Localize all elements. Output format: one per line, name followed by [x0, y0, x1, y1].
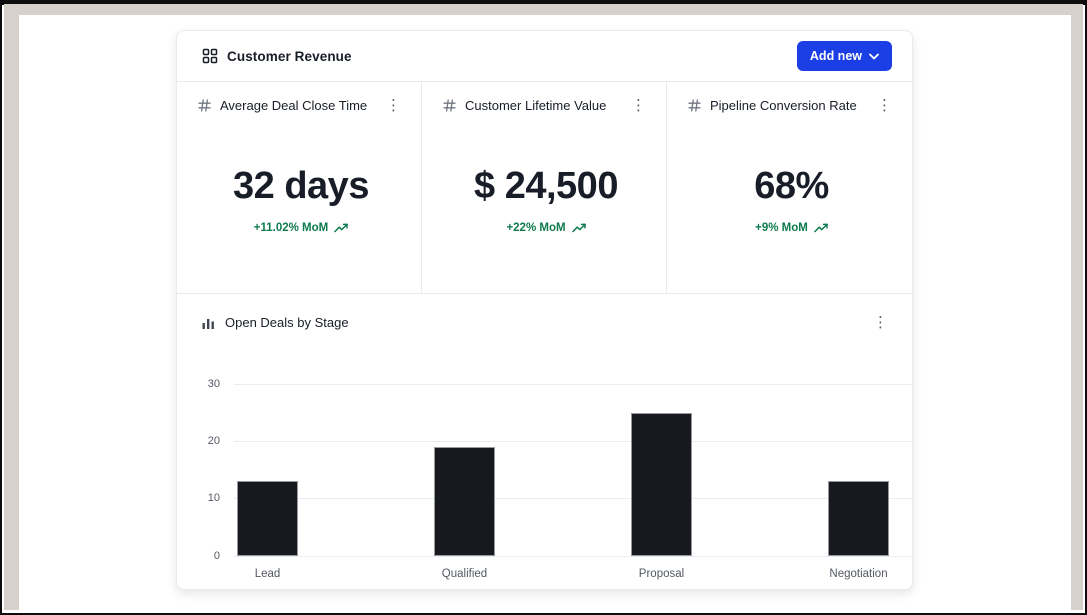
- trending-up-icon: [814, 223, 828, 233]
- frame-band-right: [1071, 4, 1083, 610]
- dashboard-header: Customer Revenue Add new: [177, 31, 912, 82]
- bar-proposal[interactable]: [631, 413, 692, 556]
- kpi-delta-text: +9% MoM: [755, 222, 808, 234]
- x-axis-label-proposal: Proposal: [602, 568, 722, 580]
- kebab-menu-button[interactable]: ⋮: [627, 96, 650, 115]
- kpi-delta: +11.02% MoM: [197, 222, 405, 234]
- kpi-title: Average Deal Close Time: [220, 98, 367, 113]
- gridline-y-0: [234, 556, 912, 557]
- trending-up-icon: [572, 223, 586, 233]
- kpi-row: Average Deal Close Time ⋮ 32 days +11.02…: [177, 82, 912, 294]
- chart-header: Open Deals by Stage ⋮: [177, 294, 912, 332]
- y-axis-tick-0: 0: [177, 550, 220, 562]
- trending-up-icon: [334, 223, 348, 233]
- frame-band-left: [4, 4, 19, 610]
- dashboard-card: Customer Revenue Add new Average Deal Cl…: [176, 30, 913, 590]
- kpi-value: 68%: [687, 167, 896, 205]
- frame-band-top: [4, 4, 1083, 15]
- add-new-label: Add new: [810, 49, 862, 63]
- kpi-value: $ 24,500: [442, 167, 650, 205]
- chart-title: Open Deals by Stage: [225, 315, 349, 330]
- hash-icon: [197, 98, 212, 113]
- y-axis-tick-10: 10: [177, 492, 220, 504]
- bar-qualified[interactable]: [434, 447, 495, 556]
- bar-chart-plot: 0102030LeadQualifiedProposalNegotiation: [177, 384, 912, 556]
- kpi-delta-text: +22% MoM: [506, 222, 565, 234]
- kebab-menu-button[interactable]: ⋮: [382, 96, 405, 115]
- add-new-button[interactable]: Add new: [797, 41, 892, 71]
- kpi-value: 32 days: [197, 167, 405, 205]
- kpi-delta: +9% MoM: [687, 222, 896, 234]
- bar-negotiation[interactable]: [828, 481, 889, 556]
- y-axis-tick-20: 20: [177, 435, 220, 447]
- y-axis-tick-30: 30: [177, 378, 220, 390]
- kpi-delta-text: +11.02% MoM: [254, 222, 328, 234]
- kebab-menu-button[interactable]: ⋮: [873, 96, 896, 115]
- kpi-title: Pipeline Conversion Rate: [710, 98, 857, 113]
- kpi-card-pipeline-conversion-rate: Pipeline Conversion Rate ⋮ 68% +9% MoM: [667, 82, 912, 293]
- kpi-title: Customer Lifetime Value: [465, 98, 606, 113]
- hash-icon: [687, 98, 702, 113]
- bar-lead[interactable]: [237, 481, 298, 556]
- x-axis-label-qualified: Qualified: [405, 568, 525, 580]
- kebab-menu-button[interactable]: ⋮: [869, 313, 892, 332]
- x-axis-label-negotiation: Negotiation: [799, 568, 914, 580]
- kpi-delta: +22% MoM: [442, 222, 650, 234]
- grid-icon: [202, 48, 218, 64]
- kpi-card-avg-deal-close-time: Average Deal Close Time ⋮ 32 days +11.02…: [177, 82, 422, 293]
- x-axis-label-lead: Lead: [208, 568, 328, 580]
- gridline-y-10: [234, 498, 912, 499]
- hash-icon: [442, 98, 457, 113]
- page-title: Customer Revenue: [227, 49, 352, 64]
- chevron-down-icon: [869, 53, 879, 60]
- bar-chart-icon: [202, 316, 215, 330]
- gridline-y-20: [234, 441, 912, 442]
- kpi-card-customer-lifetime-value: Customer Lifetime Value ⋮ $ 24,500 +22% …: [422, 82, 667, 293]
- gridline-y-30: [234, 384, 912, 385]
